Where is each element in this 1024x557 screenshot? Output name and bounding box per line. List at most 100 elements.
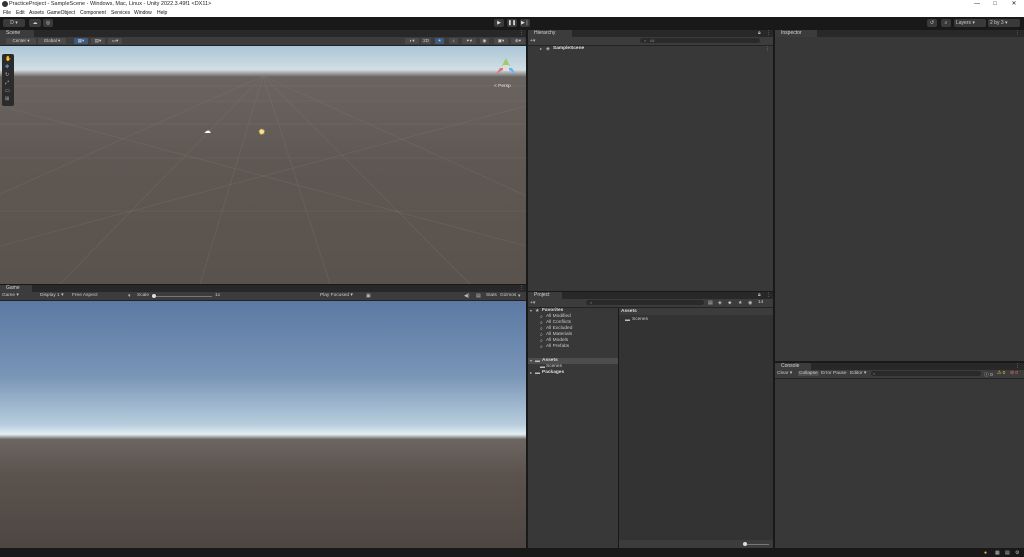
draw-mode-icon[interactable]: ◐▾ bbox=[405, 38, 419, 44]
gizmos-button[interactable]: Gizmos bbox=[500, 293, 516, 298]
play-button[interactable]: ▶ bbox=[494, 19, 504, 27]
expand-arrow-icon[interactable]: ▸ bbox=[540, 46, 542, 52]
collapse-button[interactable]: Collapse bbox=[798, 371, 819, 376]
scene-viewport[interactable]: ✋ ✥ ↻ ⤢ ▭ ⊞ < Persp ☁ ✹ bbox=[0, 46, 526, 284]
icon-size-slider[interactable] bbox=[743, 542, 769, 546]
light-gizmo-icon[interactable]: ✹ bbox=[258, 128, 266, 137]
stats-button[interactable]: Stats bbox=[486, 293, 497, 298]
camera-gizmo-icon[interactable]: ☁ bbox=[204, 128, 211, 135]
mute-audio-icon[interactable]: ▣ bbox=[366, 293, 371, 299]
project-lock-icon[interactable]: 🔒︎ bbox=[758, 292, 761, 298]
menu-edit[interactable]: Edit bbox=[16, 10, 25, 16]
search-icon[interactable]: ⌕ bbox=[941, 19, 951, 27]
menu-gameobject[interactable]: GameObject bbox=[47, 10, 75, 16]
menu-window[interactable]: Window bbox=[134, 10, 152, 16]
menu-file[interactable]: File bbox=[3, 10, 11, 16]
aspect-chevron-icon[interactable]: ▾ bbox=[128, 293, 131, 299]
aspect-dropdown[interactable]: Free Aspect bbox=[72, 293, 98, 298]
step-button[interactable]: ▶❘ bbox=[520, 19, 530, 27]
menu-services[interactable]: Services bbox=[111, 10, 130, 16]
pause-button[interactable]: ❚❚ bbox=[507, 19, 517, 27]
hierarchy-menu-icon[interactable]: ⋮ bbox=[766, 30, 771, 36]
icon-size-slider-thumb[interactable] bbox=[743, 542, 747, 546]
console-menu-icon[interactable]: ⋮ bbox=[1015, 363, 1020, 369]
clear-dropdown[interactable]: Clear ▾ bbox=[777, 371, 792, 376]
tab-hierarchy[interactable]: Hierarchy bbox=[528, 30, 572, 37]
orientation-gizmo[interactable] bbox=[492, 54, 520, 82]
tab-scene[interactable]: Scene bbox=[0, 30, 34, 37]
project-menu-icon[interactable]: ⋮ bbox=[766, 292, 771, 298]
breadcrumb-assets[interactable]: Assets bbox=[621, 309, 637, 314]
tab-console[interactable]: Console bbox=[775, 363, 811, 370]
snap-increment-icon[interactable]: ▤▾ bbox=[91, 38, 105, 44]
inspector-menu-icon[interactable]: ⋮ bbox=[1015, 30, 1020, 36]
project-search-input[interactable]: ⌕ bbox=[586, 300, 704, 305]
pivot-center-dropdown[interactable]: Center ▾ bbox=[6, 38, 36, 44]
camera-icon[interactable]: ▣▾ bbox=[494, 38, 508, 44]
gizmo-tools-icon[interactable]: ▭▾ bbox=[108, 38, 122, 44]
console-search-input[interactable]: ⌕ bbox=[871, 371, 981, 376]
game-viewport[interactable] bbox=[0, 301, 526, 548]
progress-icon[interactable]: ▦ bbox=[995, 550, 1000, 556]
account-dropdown[interactable]: D ▾ bbox=[3, 19, 25, 27]
collab-history-icon[interactable]: ▤ bbox=[708, 300, 713, 306]
tab-inspector[interactable]: Inspector bbox=[775, 30, 817, 37]
rotate-tool-icon[interactable]: ↻ bbox=[5, 72, 9, 78]
editor-dropdown[interactable]: Editor ▾ bbox=[850, 371, 866, 376]
transform-tool-icon[interactable]: ⊞ bbox=[5, 96, 9, 102]
error-count[interactable]: ⊘ 0 bbox=[1010, 371, 1018, 376]
grid-snap-icon[interactable]: ▦▾ bbox=[74, 38, 88, 44]
maximize-button[interactable]: □ bbox=[988, 0, 1002, 9]
warning-count[interactable]: ⚠ 0 bbox=[997, 371, 1005, 376]
cache-icon[interactable]: ▤ bbox=[1005, 550, 1010, 556]
global-dropdown[interactable]: Global ▾ bbox=[38, 38, 66, 44]
game-panel-menu-icon[interactable]: ⋮ bbox=[519, 285, 524, 291]
error-pause-button[interactable]: Error Pause bbox=[821, 371, 847, 376]
packages-arrow-icon[interactable]: ▸ bbox=[530, 370, 532, 376]
history-icon[interactable]: ↺ bbox=[927, 19, 937, 27]
hidden-objects-icon[interactable]: ◉ bbox=[480, 38, 489, 44]
perspective-label[interactable]: < Persp bbox=[494, 84, 511, 89]
collab-icon[interactable]: ◎ bbox=[43, 19, 53, 27]
effects-icon[interactable]: ✦▾ bbox=[462, 38, 476, 44]
hidden-packages-icon[interactable]: ◉ bbox=[748, 300, 752, 306]
search-label-icon[interactable]: ⬥ bbox=[728, 300, 732, 306]
log-count[interactable]: ⓘ 0 bbox=[984, 371, 993, 378]
menu-component[interactable]: Component bbox=[80, 10, 106, 16]
lighting-icon[interactable]: ☀ bbox=[435, 38, 444, 44]
play-focused-dropdown[interactable]: Play Focused ▾ bbox=[320, 293, 353, 298]
gizmos-chevron-icon[interactable]: ▾ bbox=[518, 293, 521, 299]
game-mode-dropdown[interactable]: Game ▾ bbox=[2, 293, 19, 298]
mode-2d-toggle[interactable]: 2D bbox=[421, 38, 431, 44]
move-tool-icon[interactable]: ✥ bbox=[5, 64, 9, 70]
speaker-icon[interactable]: ◀) bbox=[464, 293, 470, 299]
tab-project[interactable]: Project bbox=[528, 292, 562, 299]
tab-game[interactable]: Game bbox=[0, 285, 32, 292]
cloud-icon[interactable]: ☁ bbox=[29, 19, 41, 27]
audio-icon[interactable]: ♪ bbox=[449, 38, 458, 44]
project-add-icon[interactable]: +▾ bbox=[530, 300, 535, 306]
stats-bar-icon[interactable]: ▤ bbox=[476, 293, 481, 299]
list-item[interactable]: ⌕ All Prefabs bbox=[528, 344, 618, 350]
hierarchy-add-icon[interactable]: +▾ bbox=[530, 38, 535, 44]
scale-tool-icon[interactable]: ⤢ bbox=[5, 80, 9, 86]
settings-icon[interactable]: ⚙ bbox=[1015, 550, 1019, 556]
bug-icon[interactable]: ● bbox=[984, 550, 987, 556]
layers-dropdown[interactable]: Layers ▾ bbox=[954, 19, 986, 27]
scale-slider[interactable] bbox=[152, 294, 212, 298]
hierarchy-search-input[interactable]: ⌕ All bbox=[640, 38, 760, 43]
scene-item-menu-icon[interactable]: ⋮ bbox=[765, 46, 770, 52]
menu-help[interactable]: Help bbox=[157, 10, 167, 16]
minimize-button[interactable]: — bbox=[970, 0, 984, 9]
layout-dropdown[interactable]: 2 by 3 ▾ bbox=[988, 19, 1020, 27]
scale-slider-thumb[interactable] bbox=[152, 294, 156, 298]
hand-tool-icon[interactable]: ✋ bbox=[5, 56, 11, 62]
favorite-star-icon[interactable]: ★ bbox=[738, 300, 742, 306]
search-type-icon[interactable]: ◈ bbox=[718, 300, 722, 306]
close-button[interactable]: ✕ bbox=[1007, 0, 1021, 9]
packages-row[interactable]: ▸ ▬ Packages bbox=[528, 370, 618, 376]
list-item[interactable]: ▬ Scenes bbox=[619, 317, 773, 323]
hierarchy-lock-icon[interactable]: 🔒︎ bbox=[758, 30, 761, 36]
menu-assets[interactable]: Assets bbox=[29, 10, 44, 16]
list-item[interactable]: ▸ ◈ SampleScene bbox=[528, 46, 773, 52]
